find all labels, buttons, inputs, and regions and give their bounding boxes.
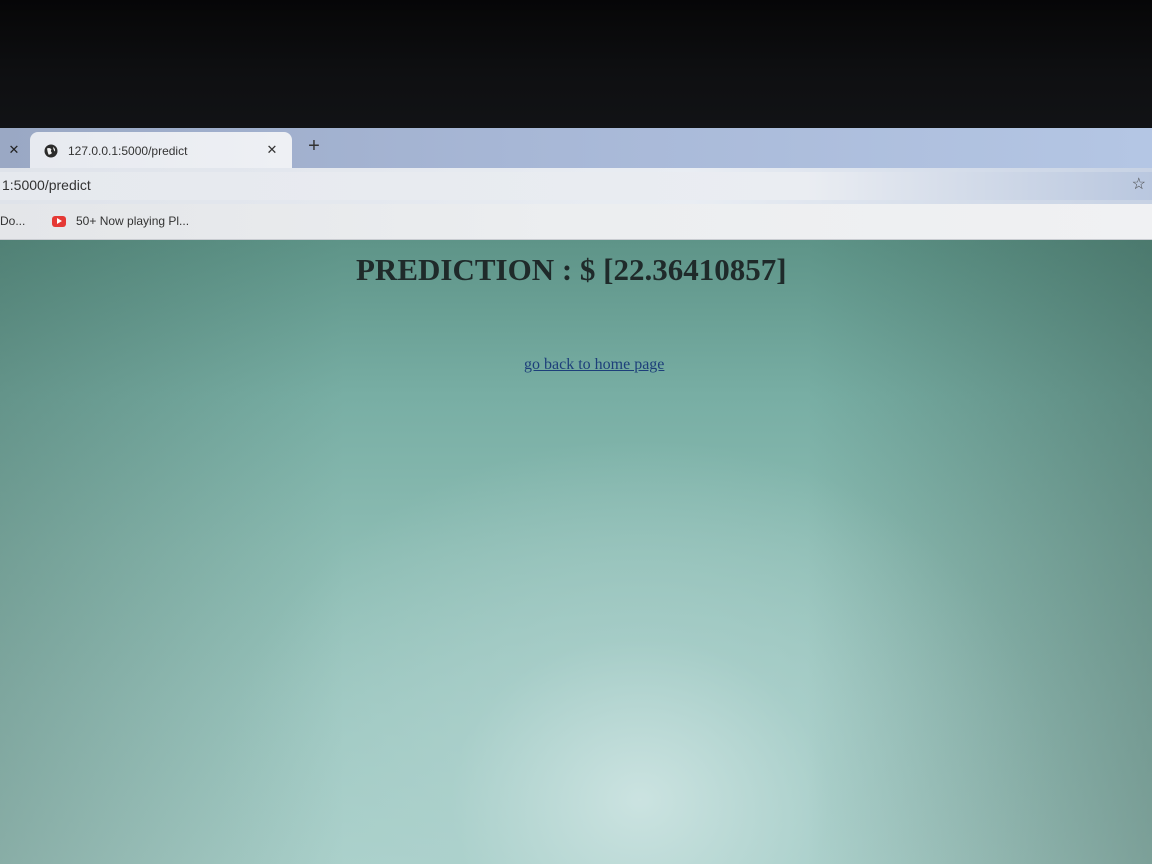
home-link[interactable]: go back to home page xyxy=(524,356,664,374)
monitor-bezel xyxy=(0,0,1152,130)
url-text: 1:5000/predict xyxy=(2,177,91,193)
globe-icon xyxy=(44,144,58,158)
bookmark-item-youtube[interactable]: 50+ Now playing Pl... xyxy=(52,214,189,228)
plus-icon[interactable]: + xyxy=(304,136,324,156)
tab-title: 127.0.0.1:5000/predict xyxy=(68,144,188,158)
bookmark-label: 50+ Now playing Pl... xyxy=(76,214,190,228)
prediction-heading: PREDICTION : $ [22.36410857] xyxy=(356,252,787,287)
star-icon[interactable]: ☆ xyxy=(1132,174,1146,194)
tab-strip: ✕ 127.0.0.1:5000/predict ✕ + xyxy=(0,128,1152,168)
toolbar: 1:5000/predict ☆ xyxy=(0,168,1152,204)
bookmark-item[interactable]: Do... xyxy=(0,214,25,228)
page-content: PREDICTION : $ [22.36410857] go back to … xyxy=(0,240,1152,864)
tab-predict[interactable]: 127.0.0.1:5000/predict ✕ xyxy=(30,132,292,168)
address-bar[interactable]: 1:5000/predict ☆ xyxy=(0,172,1152,200)
close-icon[interactable]: ✕ xyxy=(6,142,22,158)
youtube-icon xyxy=(52,215,66,227)
browser-window: ✕ 127.0.0.1:5000/predict ✕ + 1:5000/pred… xyxy=(0,128,1152,864)
bookmarks-bar: Do... 50+ Now playing Pl... xyxy=(0,204,1152,240)
tab-close-icon[interactable]: ✕ xyxy=(264,142,280,158)
